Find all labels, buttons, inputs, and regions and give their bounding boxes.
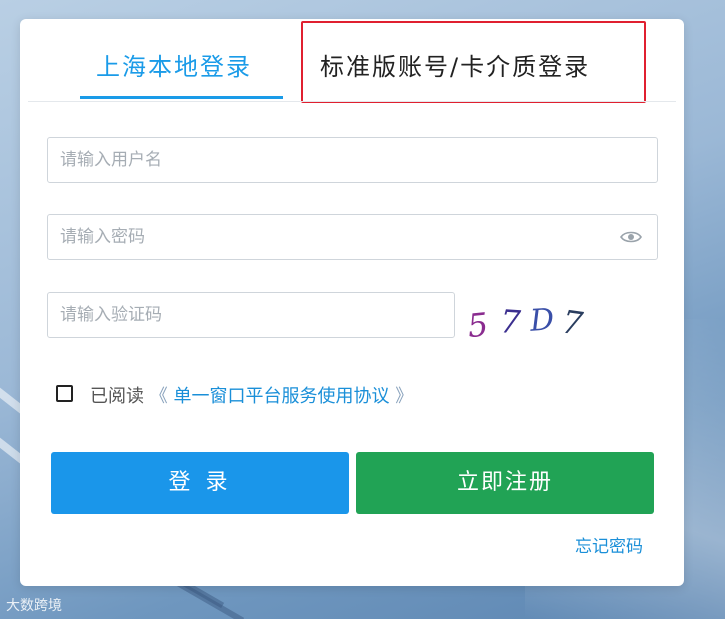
tab-local-login[interactable]: 上海本地登录 bbox=[80, 47, 283, 99]
captcha-char-3: D bbox=[528, 302, 555, 339]
register-button[interactable]: 立即注册 bbox=[356, 452, 654, 514]
login-card: 上海本地登录 标准版账号/卡介质登录 请输入用户名 请输入密码 请输入验证码 5… bbox=[20, 19, 684, 586]
password-placeholder: 请输入密码 bbox=[60, 227, 145, 247]
username-input[interactable]: 请输入用户名 bbox=[47, 137, 658, 183]
captcha-char-4: 7 bbox=[560, 303, 586, 344]
agreement-checkbox[interactable] bbox=[56, 385, 73, 402]
agreement-open-bracket: 《 bbox=[149, 386, 168, 407]
tab-local-label: 上海本地登录 bbox=[96, 53, 252, 81]
active-tab-underline bbox=[80, 96, 283, 99]
captcha-char-1: 5 bbox=[466, 305, 490, 344]
captcha-char-2: 7 bbox=[499, 302, 523, 341]
captcha-image[interactable]: 5 7 D 7 bbox=[466, 300, 596, 344]
agreement-link[interactable]: 单一窗口平台服务使用协议 bbox=[173, 386, 389, 407]
tab-standard-label: 标准版账号/卡介质登录 bbox=[320, 53, 591, 81]
eye-icon[interactable] bbox=[620, 230, 642, 244]
password-input[interactable]: 请输入密码 bbox=[47, 214, 658, 260]
captcha-placeholder: 请输入验证码 bbox=[60, 305, 162, 325]
username-placeholder: 请输入用户名 bbox=[60, 150, 162, 170]
tab-divider bbox=[28, 101, 676, 102]
watermark-text: 大数跨境 bbox=[6, 598, 62, 614]
forgot-password-link[interactable]: 忘记密码 bbox=[575, 532, 643, 557]
captcha-input[interactable]: 请输入验证码 bbox=[47, 292, 455, 338]
tab-standard-login[interactable]: 标准版账号/卡介质登录 bbox=[320, 47, 590, 82]
agreement-prefix: 已阅读 bbox=[90, 386, 144, 407]
login-tabs: 上海本地登录 标准版账号/卡介质登录 bbox=[20, 19, 684, 103]
login-button[interactable]: 登 录 bbox=[51, 452, 349, 514]
agreement-close-bracket: 》 bbox=[395, 386, 414, 407]
agreement-text: 已阅读 《 单一窗口平台服务使用协议 》 bbox=[90, 382, 413, 408]
